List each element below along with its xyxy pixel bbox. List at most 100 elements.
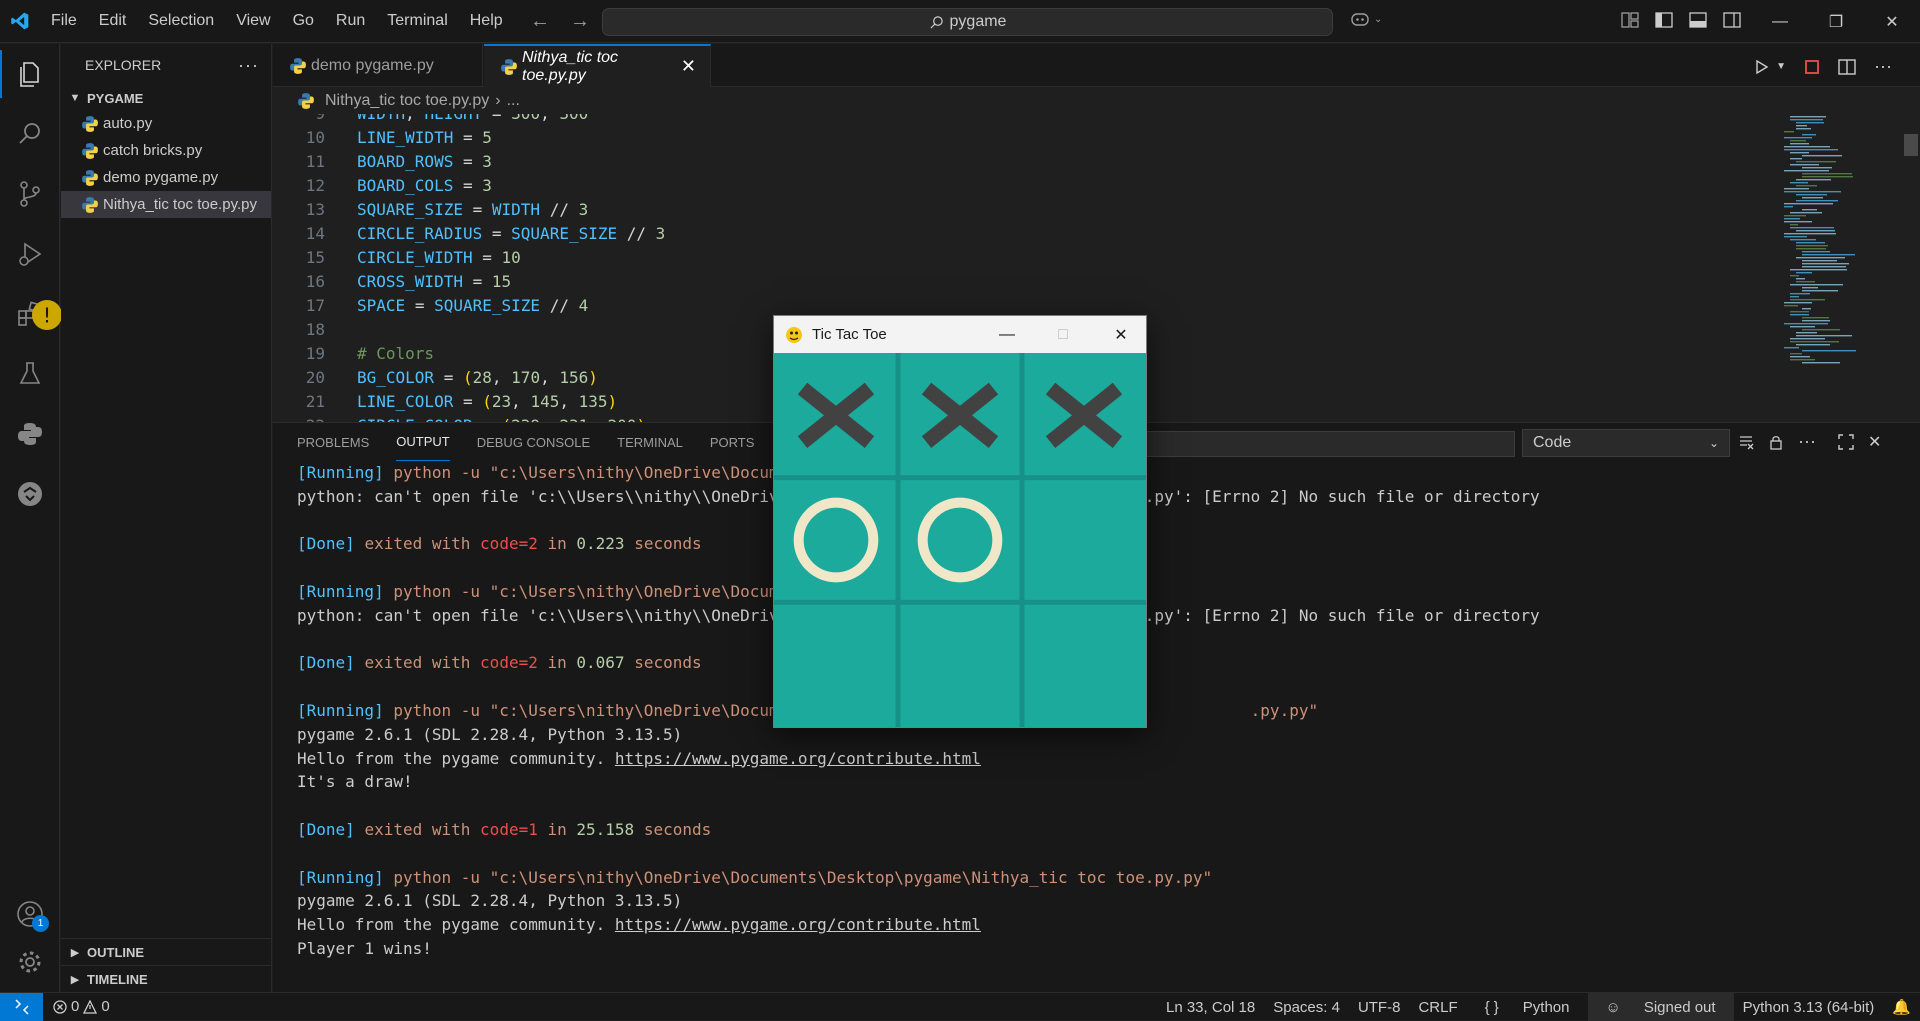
outline-section[interactable]: ▶ OUTLINE bbox=[61, 938, 272, 965]
remote-indicator-icon[interactable] bbox=[0, 992, 43, 1021]
code-line[interactable]: 15 CIRCLE_WIDTH = 10 bbox=[273, 245, 521, 269]
maximize-panel-icon[interactable] bbox=[1838, 433, 1854, 450]
file-item[interactable]: catch bricks.py bbox=[61, 137, 271, 164]
customize-layout-icon[interactable] bbox=[1620, 10, 1640, 30]
empty-cell[interactable] bbox=[1022, 602, 1146, 727]
code-line[interactable]: 22CIRCLE_COLOR = (239, 231, 200) bbox=[273, 413, 646, 423]
source-control-icon[interactable] bbox=[0, 170, 60, 218]
empty-cell[interactable] bbox=[1022, 478, 1146, 603]
toggle-sidebar-icon[interactable] bbox=[1654, 10, 1674, 30]
menu-item-go[interactable]: Go bbox=[282, 12, 325, 30]
more-actions-icon[interactable]: ··· bbox=[1874, 56, 1892, 77]
encoding[interactable]: UTF-8 bbox=[1349, 993, 1410, 1021]
explorer-icon[interactable] bbox=[0, 50, 60, 98]
run-icon[interactable] bbox=[1754, 59, 1770, 75]
manage-gear-icon[interactable] bbox=[0, 938, 60, 986]
game-board[interactable] bbox=[774, 353, 1146, 727]
close-tab-icon[interactable]: ✕ bbox=[681, 56, 696, 77]
menu-item-help[interactable]: Help bbox=[459, 12, 514, 30]
panel-tab-output[interactable]: OUTPUT bbox=[396, 423, 450, 461]
run-debug-icon[interactable] bbox=[0, 230, 60, 278]
editor-scrollbar[interactable] bbox=[1904, 114, 1918, 424]
language-mode[interactable]: { } Python bbox=[1467, 993, 1588, 1021]
menu-item-file[interactable]: File bbox=[40, 12, 88, 30]
split-editor-icon[interactable] bbox=[1838, 58, 1856, 75]
panel-tab-debug-console[interactable]: DEBUG CONSOLE bbox=[477, 423, 590, 461]
stop-icon[interactable] bbox=[1804, 59, 1820, 75]
indentation[interactable]: Spaces: 4 bbox=[1264, 993, 1349, 1021]
menu-item-run[interactable]: Run bbox=[325, 12, 376, 30]
panel-tab-problems[interactable]: PROBLEMS bbox=[297, 423, 369, 461]
tab-demo-pygame[interactable]: demo pygame.py bbox=[273, 44, 483, 87]
copilot-icon[interactable]: ⌄ bbox=[1350, 10, 1382, 28]
code-line[interactable]: 17 SPACE = SQUARE_SIZE // 4 bbox=[273, 293, 589, 317]
timeline-section[interactable]: ▶ TIMELINE bbox=[61, 965, 272, 992]
cursor-position[interactable]: Ln 33, Col 18 bbox=[1157, 993, 1264, 1021]
code-line[interactable]: 13 SQUARE_SIZE = WIDTH // 3 bbox=[273, 197, 589, 221]
problems-indicator[interactable]: 0 0 bbox=[53, 998, 110, 1015]
line-number: 18 bbox=[305, 319, 325, 339]
account-status[interactable]: ☺ Signed out bbox=[1587, 993, 1734, 1021]
menu-item-view[interactable]: View bbox=[225, 12, 281, 30]
output-link[interactable]: https://www.pygame.org/contribute.html bbox=[615, 749, 981, 768]
line-number: 17 bbox=[305, 295, 325, 315]
code-line[interactable]: 14 CIRCLE_RADIUS = SQUARE_SIZE // 3 bbox=[273, 221, 666, 245]
close-panel-icon[interactable]: ✕ bbox=[1868, 432, 1881, 452]
game-minimize-icon[interactable]: — bbox=[984, 316, 1030, 353]
output-filter-input[interactable] bbox=[1143, 431, 1515, 457]
empty-cell[interactable] bbox=[774, 602, 898, 727]
minimize-icon[interactable]: — bbox=[1752, 0, 1808, 43]
toggle-secondary-sidebar-icon[interactable] bbox=[1722, 10, 1742, 30]
panel-tab-terminal[interactable]: TERMINAL bbox=[617, 423, 683, 461]
python-interpreter[interactable]: Python 3.13 (64-bit) bbox=[1734, 993, 1884, 1021]
panel-tab-ports[interactable]: PORTS bbox=[710, 423, 755, 461]
code-line[interactable]: 16 CROSS_WIDTH = 15 bbox=[273, 269, 511, 293]
warning-badge-icon: ! bbox=[32, 300, 62, 330]
code-line[interactable]: 21 LINE_COLOR = (23, 145, 135) bbox=[273, 389, 617, 413]
code-line[interactable]: 11 BOARD_ROWS = 3 bbox=[273, 149, 492, 173]
menu-item-edit[interactable]: Edit bbox=[88, 12, 138, 30]
code-line[interactable]: 18 bbox=[273, 317, 325, 341]
folder-pygame[interactable]: ▼ PYGAME bbox=[61, 86, 271, 110]
command-center-search[interactable]: pygame bbox=[602, 8, 1333, 36]
python-icon[interactable] bbox=[0, 410, 60, 458]
close-icon[interactable]: ✕ bbox=[1864, 0, 1920, 43]
accounts-icon[interactable]: 1 bbox=[0, 890, 60, 938]
menu-item-terminal[interactable]: Terminal bbox=[376, 12, 458, 30]
back-arrow-icon[interactable]: ← bbox=[530, 10, 550, 33]
toggle-panel-icon[interactable] bbox=[1688, 10, 1708, 30]
code-line[interactable]: 20 BG_COLOR = (28, 170, 156) bbox=[273, 365, 598, 389]
clear-output-icon[interactable] bbox=[1738, 434, 1754, 450]
minimap[interactable] bbox=[1780, 114, 1900, 374]
testing-icon[interactable] bbox=[0, 350, 60, 398]
output-channel-select[interactable]: Code ⌄ bbox=[1522, 429, 1730, 457]
breadcrumb-file[interactable]: Nithya_tic toc toe.py.py bbox=[325, 92, 489, 110]
code-text: SQUARE_SIZE = WIDTH // 3 bbox=[357, 199, 589, 219]
file-item[interactable]: Nithya_tic toc toe.py.py bbox=[61, 191, 271, 218]
game-close-icon[interactable]: ✕ bbox=[1098, 316, 1144, 353]
search-icon[interactable] bbox=[0, 110, 60, 158]
extensions-icon[interactable]: ! bbox=[0, 290, 62, 338]
code-line[interactable]: 12 BOARD_COLS = 3 bbox=[273, 173, 492, 197]
file-item[interactable]: auto.py bbox=[61, 110, 271, 137]
code-line[interactable]: 9 WIDTH, HEIGHT = 300, 300 bbox=[273, 114, 588, 125]
code-line[interactable]: 10 LINE_WIDTH = 5 bbox=[273, 125, 492, 149]
output-link[interactable]: https://www.pygame.org/contribute.html bbox=[615, 915, 981, 934]
code-line[interactable]: 19 # Colors bbox=[273, 341, 434, 365]
notifications-bell-icon[interactable]: 🔔 bbox=[1883, 993, 1920, 1021]
end-of-line[interactable]: CRLF bbox=[1409, 993, 1466, 1021]
more-actions-icon[interactable]: ··· bbox=[1798, 431, 1816, 452]
more-actions-icon[interactable]: ··· bbox=[238, 55, 259, 76]
folder-label: PYGAME bbox=[87, 90, 144, 106]
chevron-down-icon[interactable]: ▼ bbox=[1776, 61, 1786, 72]
remote-explorer-icon[interactable] bbox=[0, 470, 60, 518]
forward-arrow-icon[interactable]: → bbox=[570, 10, 590, 33]
breadcrumb-rest[interactable]: ... bbox=[507, 92, 520, 110]
empty-cell[interactable] bbox=[898, 602, 1022, 727]
search-icon bbox=[929, 15, 943, 29]
lock-icon[interactable] bbox=[1768, 434, 1784, 450]
restore-icon[interactable]: ❐ bbox=[1808, 0, 1864, 43]
tab-nithya-tic-toc-toe[interactable]: Nithya_tic toc toe.py.py ✕ bbox=[484, 44, 711, 87]
file-item[interactable]: demo pygame.py bbox=[61, 164, 271, 191]
menu-item-selection[interactable]: Selection bbox=[137, 12, 225, 30]
